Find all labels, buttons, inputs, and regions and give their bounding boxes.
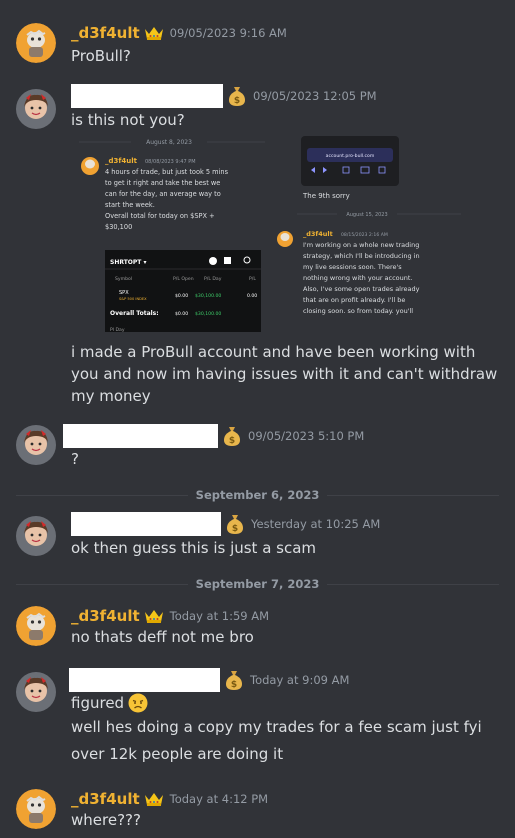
message-text: figured	[71, 694, 125, 712]
attach-left-ts: 08/08/2023 9:47 PM	[145, 159, 196, 165]
panel-val-1: $30,100.00	[195, 293, 221, 299]
date-separator: September 7, 2023	[16, 574, 499, 594]
panel-val-0: $0.00	[175, 293, 188, 299]
attach-date-2: August 15, 2023	[346, 212, 387, 218]
date-separator-label: September 7, 2023	[195, 577, 320, 591]
crown-icon	[144, 608, 164, 624]
date-separator: September 6, 2023	[16, 485, 499, 505]
message-text: ProBull?	[71, 47, 131, 65]
right-caption: The 9th sorry	[302, 192, 350, 200]
message-text: ok then guess this is just a scam	[71, 539, 317, 557]
attach-left-line-4: Overall total for today on $SPX +	[105, 212, 215, 220]
money-bag-icon: $	[224, 669, 244, 691]
panel-totals-label: Overall Totals:	[110, 310, 159, 317]
image-attachment[interactable]: August 8, 2023 _d3f4ult 08/08/2023 9:47 …	[71, 130, 471, 336]
crown-icon	[144, 791, 164, 807]
attach-left-line-5: $30,100	[105, 223, 132, 231]
attach-left-line-1: to get it right and take the best we	[105, 179, 220, 187]
attach-right-line-3: nothing wrong with your account.	[303, 274, 413, 282]
avatar-user[interactable]	[16, 425, 56, 465]
username[interactable]: _d3f4ult	[71, 790, 140, 808]
panel-col-1: P/L Open	[173, 276, 194, 282]
date-separator-label: September 6, 2023	[195, 488, 320, 502]
svg-text:$: $	[231, 680, 237, 690]
attach-right-ts: 08/15/2023 2:16 AM	[341, 232, 388, 238]
message-text-line-1: figured	[71, 692, 501, 714]
attach-right-line-4: Also, I've some open trades already	[303, 285, 420, 293]
timestamp: 09/05/2023 5:10 PM	[248, 429, 365, 443]
svg-text:$: $	[229, 436, 235, 446]
attach-left-line-3: start the week.	[105, 201, 155, 209]
avatar-user[interactable]	[16, 672, 56, 712]
panel-col-0: Symbol	[115, 276, 132, 282]
avatar-user[interactable]	[16, 89, 56, 129]
attach-right-line-0: I'm working on a whole new trading	[303, 241, 419, 249]
svg-text:$: $	[232, 524, 238, 534]
panel-title: SHRTOPT ▾	[110, 259, 146, 266]
redacted-username	[69, 668, 220, 692]
panel-symbol-sub: S&P 500 INDEX	[119, 297, 147, 301]
panel-col-3: P/L	[249, 276, 256, 282]
attach-right-line-6: closing soon. so from today. you'll	[303, 307, 413, 315]
attach-left-line-2: can for the day, an average way to	[105, 190, 221, 198]
message-text: over 12k people are doing it	[71, 745, 284, 763]
attach-right-user: _d3f4ult	[303, 230, 333, 238]
svg-text:$: $	[234, 96, 240, 106]
attach-right-line-2: my live sessions soon. There's	[303, 263, 402, 271]
crown-icon	[144, 25, 164, 41]
panel-total-0: $0.00	[175, 311, 188, 317]
money-bag-icon: $	[227, 85, 247, 107]
panel-val-2: 0.00	[247, 293, 257, 299]
timestamp: 09/05/2023 12:05 PM	[253, 89, 377, 103]
message-text: no thats deff not me bro	[71, 628, 254, 646]
redacted-username	[63, 424, 218, 448]
panel-symbol: SPX	[119, 290, 129, 296]
panel-footer: Pl Day	[110, 327, 125, 333]
timestamp: Yesterday at 10:25 AM	[251, 517, 381, 531]
message-text: where???	[71, 811, 141, 829]
timestamp: Today at 1:59 AM	[169, 609, 270, 623]
timestamp: Today at 4:12 PM	[169, 792, 269, 806]
attach-right-line-5: that are on profit already. I'll be	[303, 296, 405, 304]
url-text: account.pro-bull.com	[326, 153, 375, 159]
username[interactable]: _d3f4ult	[71, 607, 140, 625]
panel-total-1: $30,100.00	[195, 311, 221, 317]
avatar-d3f4ult[interactable]	[16, 606, 56, 646]
message-text: ?	[71, 450, 79, 468]
username[interactable]: _d3f4ult	[71, 24, 140, 42]
attach-left-user: _d3f4ult	[105, 157, 138, 165]
timestamp: 09/05/2023 9:16 AM	[169, 26, 287, 40]
attach-date-1: August 8, 2023	[146, 139, 192, 146]
avatar-d3f4ult[interactable]	[16, 23, 56, 63]
avatar-user[interactable]	[16, 516, 56, 556]
money-bag-icon: $	[222, 425, 242, 447]
avatar-d3f4ult[interactable]	[16, 789, 56, 829]
message-text: i made a ProBull account and have been w…	[71, 343, 498, 405]
panel-col-2: P/L Day	[204, 276, 222, 282]
attach-right-line-1: strategy, which I'll be introducing in	[303, 252, 420, 260]
attach-left-line-0: 4 hours of trade, but just took 5 mins	[105, 168, 229, 176]
message-text: is this not you?	[71, 111, 185, 129]
disappointed-emoji-icon	[128, 693, 148, 713]
timestamp: Today at 9:09 AM	[250, 673, 350, 687]
money-bag-icon: $	[225, 513, 245, 535]
redacted-username	[71, 84, 223, 108]
redacted-username	[71, 512, 221, 536]
message-text: well hes doing a copy my trades for a fe…	[71, 718, 482, 736]
